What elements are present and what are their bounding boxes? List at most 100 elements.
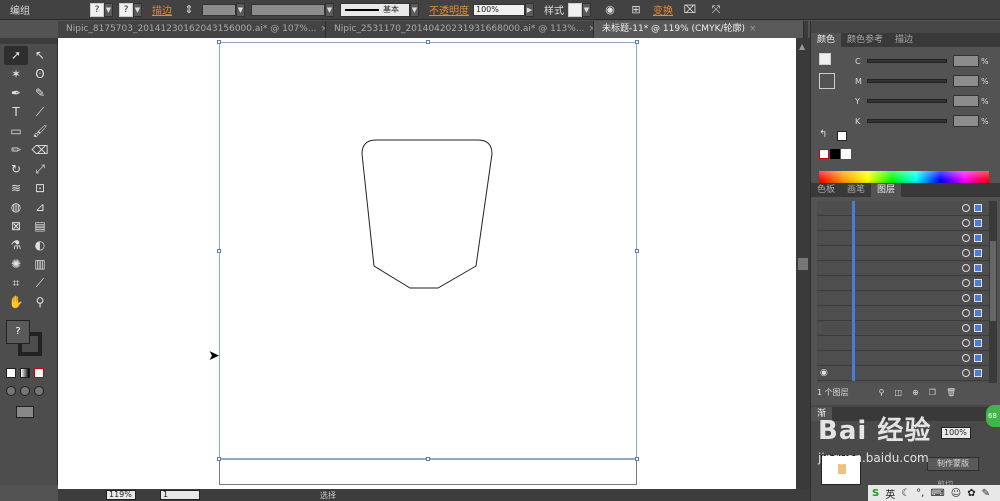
target-icon[interactable] xyxy=(962,279,970,287)
tab-color[interactable]: 颜色 xyxy=(811,33,842,47)
target-icon[interactable] xyxy=(962,204,970,212)
draw-behind-icon[interactable] xyxy=(20,386,30,396)
stroke-label[interactable]: 描边 xyxy=(152,2,172,17)
width-tool-icon[interactable]: ≋ xyxy=(4,179,28,198)
layer-row[interactable] xyxy=(817,201,989,216)
target-icon[interactable] xyxy=(962,369,970,377)
scrollbar-thumb[interactable] xyxy=(798,258,808,270)
selection-square-icon[interactable] xyxy=(974,264,982,272)
paintbrush-tool-icon[interactable]: 🖌 xyxy=(28,122,52,141)
target-icon[interactable] xyxy=(962,354,970,362)
y-value-field[interactable] xyxy=(953,95,979,107)
layer-row[interactable] xyxy=(817,321,989,336)
layers-scrollbar[interactable] xyxy=(989,201,997,383)
magic-wand-tool-icon[interactable]: ✶ xyxy=(4,65,28,84)
selection-square-icon[interactable] xyxy=(974,309,982,317)
stroke-swatch[interactable]: ? xyxy=(119,2,133,17)
delete-layer-icon[interactable]: 🗑 xyxy=(946,388,956,397)
layer-row[interactable] xyxy=(817,231,989,246)
last-color-swatch[interactable] xyxy=(837,131,847,141)
none-swatch[interactable] xyxy=(819,149,829,159)
k-value-field[interactable] xyxy=(953,115,979,127)
selection-square-icon[interactable] xyxy=(974,339,982,347)
recolor-icon[interactable]: ◉ xyxy=(601,3,619,17)
stroke-dropdown[interactable]: ▼ xyxy=(133,2,142,17)
tab-document-2[interactable]: Nipic_2531170_20140420231931668000.ai* @… xyxy=(326,21,594,38)
target-icon[interactable] xyxy=(962,294,970,302)
bbox-handle-bl[interactable] xyxy=(217,457,221,461)
target-icon[interactable] xyxy=(962,264,970,272)
layer-row[interactable] xyxy=(817,216,989,231)
tab-stroke[interactable]: 描边 xyxy=(889,33,919,47)
panel-opacity-field[interactable]: 100% xyxy=(941,427,971,439)
make-mask-button[interactable]: 制作蒙版 xyxy=(927,457,979,471)
bbox-handle-tr[interactable] xyxy=(635,40,639,44)
canvas[interactable]: ➤ xyxy=(58,38,796,489)
rotate-tool-icon[interactable]: ↻ xyxy=(4,160,28,179)
zoom-tool-icon[interactable]: ⚲ xyxy=(28,293,52,312)
selection-square-icon[interactable] xyxy=(974,294,982,302)
skin-icon[interactable]: ✿ xyxy=(967,488,975,499)
artboard-navigation-field[interactable]: 1 xyxy=(160,490,200,500)
bbox-handle-ml[interactable] xyxy=(217,249,221,253)
tab-color-guide[interactable]: 颜色参考 xyxy=(841,33,889,47)
selection-square-icon[interactable] xyxy=(974,279,982,287)
selection-square-icon[interactable] xyxy=(974,234,982,242)
c-slider[interactable] xyxy=(867,59,947,63)
mesh-tool-icon[interactable]: ⊠ xyxy=(4,217,28,236)
fill-swatch[interactable]: ? xyxy=(90,2,104,17)
shape-builder-tool-icon[interactable]: ◍ xyxy=(4,198,28,217)
canvas-vertical-scrollbar[interactable]: ▲ xyxy=(796,38,810,489)
layer-row[interactable] xyxy=(817,351,989,366)
stroke-weight-field[interactable] xyxy=(202,3,236,16)
rectangle-tool-icon[interactable]: ▭ xyxy=(4,122,28,141)
panel-fill-swatch[interactable] xyxy=(819,53,831,65)
pencil-tool-icon[interactable]: ✏ xyxy=(4,141,28,160)
color-mode-icon[interactable] xyxy=(6,368,16,378)
variable-width-field[interactable] xyxy=(251,3,325,16)
m-value-field[interactable] xyxy=(953,75,979,87)
clipping-mask-icon[interactable]: ◫ xyxy=(895,388,903,397)
opacity-field[interactable]: 100% xyxy=(473,3,525,16)
layer-row[interactable] xyxy=(817,291,989,306)
layer-row[interactable] xyxy=(817,246,989,261)
direct-selection-tool-icon[interactable]: ↖ xyxy=(28,46,52,65)
sogou-logo-icon[interactable]: S xyxy=(872,488,879,499)
selection-square-icon[interactable] xyxy=(974,354,982,362)
c-value-field[interactable] xyxy=(953,55,979,67)
curvature-tool-icon[interactable]: ✎ xyxy=(28,84,52,103)
free-transform-tool-icon[interactable]: ⊡ xyxy=(28,179,52,198)
out-of-gamut-icon[interactable]: ↰ xyxy=(819,129,827,140)
selection-square-icon[interactable] xyxy=(974,249,982,257)
stroke-style-dropdown[interactable]: ▼ xyxy=(410,2,419,17)
bbox-handle-tc[interactable] xyxy=(426,40,430,44)
opacity-label[interactable]: 不透明度 xyxy=(429,2,469,17)
close-icon[interactable]: × xyxy=(749,24,757,34)
keyboard-icon[interactable]: ⌨ xyxy=(930,488,944,499)
new-layer-icon[interactable]: ❐ xyxy=(929,388,936,397)
tab-layers[interactable]: 图层 xyxy=(871,183,902,197)
layer-row[interactable]: ◉ xyxy=(817,366,989,381)
screen-mode-icon[interactable] xyxy=(16,406,34,418)
eyedropper-tool-icon[interactable]: ⚗ xyxy=(4,236,28,255)
white-swatch[interactable] xyxy=(841,149,851,159)
eye-icon[interactable]: ◉ xyxy=(820,368,828,378)
selection-square-icon[interactable] xyxy=(974,324,982,332)
m-slider[interactable] xyxy=(867,79,947,83)
tab-document-1[interactable]: Nipic_8175703_20141230162043156000.ai* @… xyxy=(58,21,326,38)
zoom-field[interactable]: 119% xyxy=(106,490,136,500)
none-mode-icon[interactable] xyxy=(34,368,44,378)
arrange-icon[interactable]: ⤧ xyxy=(707,3,725,17)
stroke-weight-dropdown[interactable]: ▼ xyxy=(236,2,245,17)
locate-object-icon[interactable]: ⚲ xyxy=(879,388,885,397)
k-slider[interactable] xyxy=(867,119,947,123)
lasso-tool-icon[interactable]: ʘ xyxy=(28,65,52,84)
y-slider[interactable] xyxy=(867,99,947,103)
fill-box[interactable]: ? xyxy=(6,320,30,344)
style-swatch[interactable] xyxy=(568,2,582,17)
type-tool-icon[interactable]: T xyxy=(4,103,28,122)
layer-row[interactable] xyxy=(817,306,989,321)
bbox-handle-bc[interactable] xyxy=(426,457,430,461)
target-icon[interactable] xyxy=(962,234,970,242)
line-tool-icon[interactable]: ⟋ xyxy=(28,103,52,122)
